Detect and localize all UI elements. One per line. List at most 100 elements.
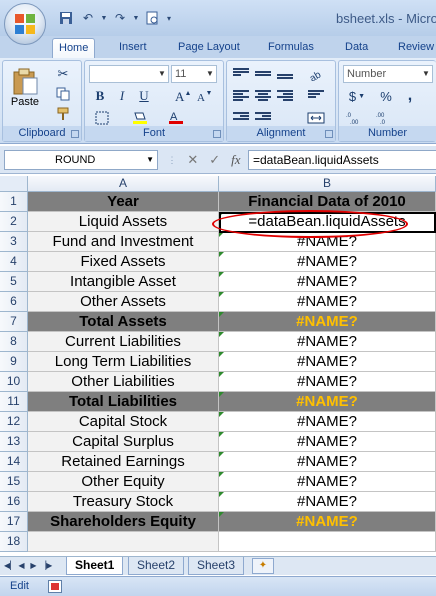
cell-b[interactable]: #NAME? [219, 332, 436, 352]
cell-a[interactable]: Liquid Assets [28, 212, 219, 232]
tab-insert[interactable]: Insert [113, 38, 153, 58]
underline-button[interactable]: U [135, 87, 153, 105]
sheet-tab-sheet3[interactable]: Sheet3 [188, 557, 245, 575]
row-header[interactable]: 12 [0, 412, 28, 432]
formula-input[interactable]: =dataBean.liquidAssets [248, 150, 436, 170]
cell-a[interactable]: Treasury Stock [28, 492, 219, 512]
align-bottom-icon[interactable] [275, 65, 295, 83]
insert-function-icon[interactable]: fx [231, 152, 240, 168]
row-header[interactable]: 18 [0, 532, 28, 552]
format-painter-icon[interactable] [53, 105, 73, 123]
row-header[interactable]: 7 [0, 312, 28, 332]
cell-b[interactable]: #NAME? [219, 392, 436, 412]
wrap-text-icon[interactable] [303, 87, 329, 105]
row-header[interactable]: 9 [0, 352, 28, 372]
cell-a[interactable]: Capital Surplus [28, 432, 219, 452]
cancel-icon[interactable]: ✕ [187, 152, 198, 168]
select-all-corner[interactable] [0, 176, 28, 192]
increase-decimal-icon[interactable]: .0.00 [343, 109, 369, 127]
insert-sheet-icon[interactable]: ✦ [252, 558, 274, 574]
cell-a[interactable]: Intangible Asset [28, 272, 219, 292]
row-header[interactable]: 10 [0, 372, 28, 392]
cell-b[interactable]: #NAME? [219, 512, 436, 532]
print-preview-icon[interactable] [142, 9, 162, 27]
cell-b[interactable]: #NAME? [219, 372, 436, 392]
undo-icon[interactable]: ↶ [78, 9, 98, 27]
paste-button[interactable]: Paste [7, 63, 43, 113]
customize-qat-icon[interactable]: ▾ [164, 9, 174, 27]
cell-b[interactable]: #NAME? [219, 472, 436, 492]
redo-icon[interactable]: ↷ [110, 9, 130, 27]
cell-b[interactable]: =dataBean.liquidAssets [219, 212, 436, 232]
cell-a[interactable]: Shareholders Equity [28, 512, 219, 532]
font-color-icon[interactable]: A [161, 109, 191, 127]
cell-b[interactable]: #NAME? [219, 452, 436, 472]
tab-page-layout[interactable]: Page Layout [172, 38, 246, 58]
cell-b[interactable]: #NAME? [219, 252, 436, 272]
shrink-font-icon[interactable]: A [195, 87, 215, 105]
copy-icon[interactable] [53, 85, 73, 103]
cell-a[interactable] [28, 532, 219, 552]
sheet-tab-sheet2[interactable]: Sheet2 [128, 557, 185, 575]
decrease-indent-icon[interactable] [231, 109, 251, 127]
row-header[interactable]: 17 [0, 512, 28, 532]
last-sheet-icon[interactable]: ▕▶ [40, 560, 52, 572]
enter-icon[interactable]: ✓ [209, 152, 220, 168]
orientation-icon[interactable]: ab [303, 65, 329, 83]
cell-a[interactable]: Other Equity [28, 472, 219, 492]
name-box[interactable]: ROUND ▼ [4, 150, 158, 170]
dropdown-arrow-icon[interactable]: ▼ [100, 9, 108, 27]
grow-font-icon[interactable]: A [173, 87, 193, 105]
cell-a[interactable]: Retained Earnings [28, 452, 219, 472]
tab-formulas[interactable]: Formulas [262, 38, 320, 58]
cell-a[interactable]: Capital Stock [28, 412, 219, 432]
row-header[interactable]: 1 [0, 192, 28, 212]
row-header[interactable]: 2 [0, 212, 28, 232]
first-sheet-icon[interactable]: ◀▏ [4, 560, 16, 572]
cell-b[interactable]: #NAME? [219, 352, 436, 372]
align-left-icon[interactable] [231, 87, 251, 105]
row-header[interactable]: 15 [0, 472, 28, 492]
currency-button[interactable]: $ ▼ [343, 87, 371, 105]
cell-b[interactable]: #NAME? [219, 492, 436, 512]
alignment-launcher-icon[interactable] [325, 130, 333, 138]
dropdown-arrow-icon[interactable]: ▼ [132, 9, 140, 27]
row-header[interactable]: 6 [0, 292, 28, 312]
row-header[interactable]: 4 [0, 252, 28, 272]
tab-review[interactable]: Review [392, 38, 436, 58]
fill-color-icon[interactable] [125, 109, 155, 127]
row-header[interactable]: 3 [0, 232, 28, 252]
cell-a[interactable]: Long Term Liabilities [28, 352, 219, 372]
comma-button[interactable]: , [399, 87, 421, 105]
clipboard-launcher-icon[interactable] [71, 130, 79, 138]
align-right-icon[interactable] [275, 87, 295, 105]
cell-a[interactable]: Fixed Assets [28, 252, 219, 272]
row-header[interactable]: 13 [0, 432, 28, 452]
cell-b[interactable]: #NAME? [219, 232, 436, 252]
splitter-handle-icon[interactable]: ⋮ [167, 155, 176, 166]
tab-home[interactable]: Home [52, 38, 96, 58]
cell-a[interactable]: Other Assets [28, 292, 219, 312]
row-header[interactable]: 5 [0, 272, 28, 292]
bold-button[interactable]: B [91, 87, 109, 105]
prev-sheet-icon[interactable]: ◀ [16, 560, 27, 572]
cell-a[interactable]: Other Liabilities [28, 372, 219, 392]
cell-b[interactable]: Financial Data of 2010 [219, 192, 436, 212]
align-middle-icon[interactable] [253, 65, 273, 83]
cell-b[interactable]: #NAME? [219, 292, 436, 312]
font-name-box[interactable]: ▼ [89, 65, 169, 83]
column-header-b[interactable]: B [219, 176, 436, 192]
align-top-icon[interactable] [231, 65, 251, 83]
cell-a[interactable]: Fund and Investment [28, 232, 219, 252]
cell-a[interactable]: Total Assets [28, 312, 219, 332]
cell-b[interactable]: #NAME? [219, 272, 436, 292]
font-size-box[interactable]: 11 ▼ [171, 65, 217, 83]
row-header[interactable]: 14 [0, 452, 28, 472]
number-format-box[interactable]: Number ▼ [343, 65, 433, 83]
percent-button[interactable]: % [375, 87, 397, 105]
cut-icon[interactable]: ✂ [53, 65, 73, 83]
decrease-decimal-icon[interactable]: .00.0 [373, 109, 399, 127]
cell-b[interactable] [219, 532, 436, 552]
macro-record-icon[interactable] [48, 580, 62, 593]
increase-indent-icon[interactable] [253, 109, 273, 127]
